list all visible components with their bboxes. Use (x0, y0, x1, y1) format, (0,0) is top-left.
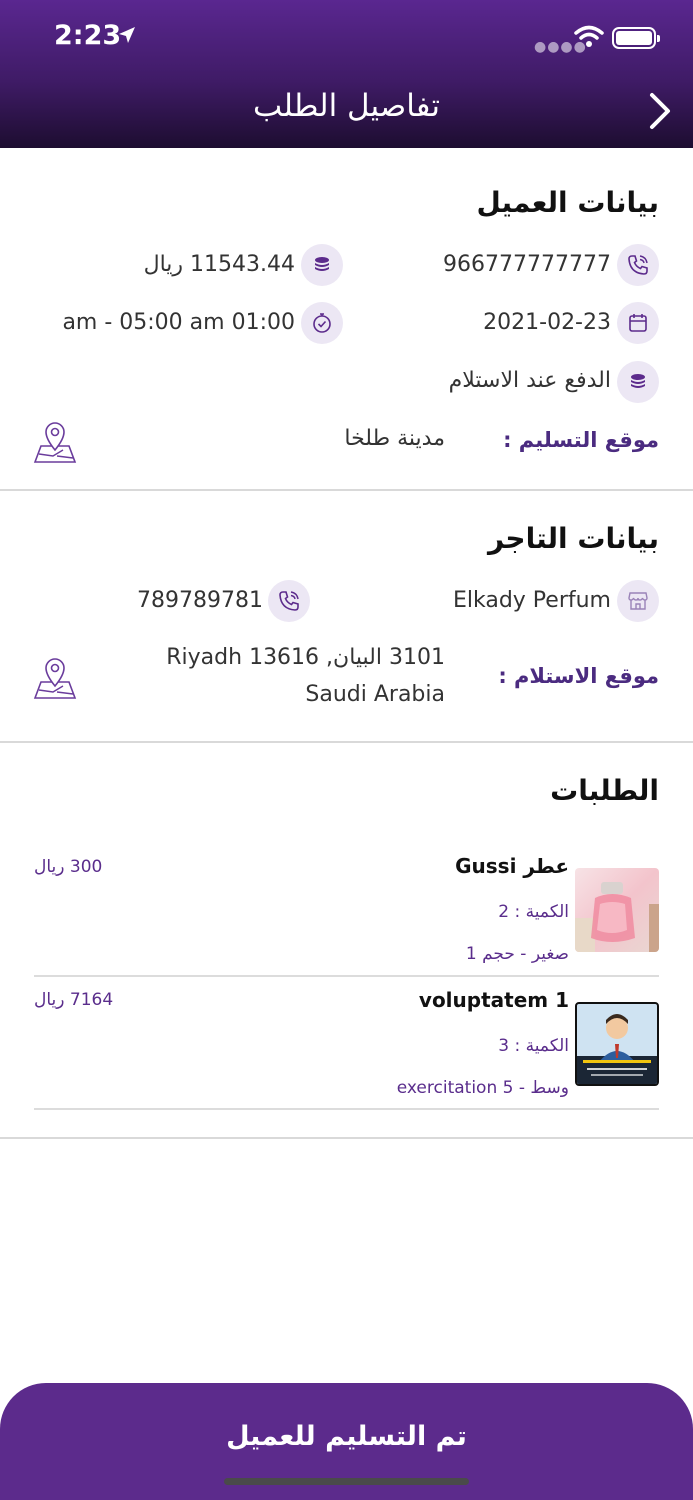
merchant-phone-icon[interactable] (268, 580, 310, 622)
section-divider (0, 1137, 693, 1139)
payment-coins-icon (617, 361, 659, 403)
item-price: 300 ريال (34, 857, 103, 877)
delivered-button-label: تم التسليم للعميل (226, 1421, 467, 1452)
merchant-section-title: بيانات التاجر (487, 522, 659, 555)
item-variant: صغير - حجم 1 (465, 944, 569, 964)
customer-section-title: بيانات العميل (476, 186, 659, 219)
back-chevron-icon[interactable] (648, 92, 672, 130)
product-image[interactable] (575, 868, 659, 952)
item-divider (34, 1108, 659, 1110)
item-name: voluptatem 1 (418, 988, 569, 1012)
stopwatch-icon (301, 302, 343, 344)
wifi-icon (574, 25, 604, 47)
pickup-location-label: موقع الاستلام : (498, 664, 659, 688)
orders-section-title: الطلبات (550, 774, 659, 807)
item-quantity: الكمية : 3 (498, 1036, 569, 1056)
merchant-phone[interactable]: 789789781 (137, 588, 263, 613)
location-arrow-icon (119, 27, 135, 43)
home-indicator (224, 1478, 469, 1485)
merchant-name: Elkady Perfum (452, 588, 611, 613)
item-quantity: الكمية : 2 (498, 902, 569, 922)
delivery-location-label: موقع التسليم : (503, 428, 659, 452)
header-bar: 2:23 ●●●● تفاصيل الطلب (0, 0, 693, 148)
item-variant: وسط - exercitation 5 (396, 1078, 569, 1098)
delivered-to-customer-button[interactable]: تم التسليم للعميل (0, 1383, 693, 1500)
calendar-icon (617, 302, 659, 344)
page-title: تفاصيل الطلب (253, 88, 440, 124)
status-time: 2:23 (54, 20, 122, 51)
product-image[interactable] (575, 1002, 659, 1086)
order-amount: 11543.44 ريال (143, 252, 295, 277)
customer-phone[interactable]: 966777777777 (443, 252, 611, 277)
item-divider (34, 975, 659, 977)
delivery-map-icon[interactable] (33, 420, 77, 464)
item-name: عطر Gussi (455, 854, 569, 878)
store-icon (617, 580, 659, 622)
section-divider (0, 741, 693, 743)
item-price: 7164 ريال (34, 990, 114, 1010)
customer-phone-icon[interactable] (617, 244, 659, 286)
payment-method: الدفع عند الاستلام (448, 368, 611, 393)
coins-icon (301, 244, 343, 286)
section-divider (0, 489, 693, 491)
delivery-time-window: 01:00 am - 05:00 am (62, 310, 295, 335)
battery-icon (612, 27, 660, 49)
pickup-address-line1: 3101 البيان, Riyadh 13616 (166, 645, 445, 670)
pickup-address-line2: Saudi Arabia (305, 682, 445, 707)
delivery-date: 2021-02-23 (483, 310, 611, 335)
pickup-map-icon[interactable] (33, 656, 77, 700)
delivery-location-value: مدينة طلخا (344, 426, 445, 451)
